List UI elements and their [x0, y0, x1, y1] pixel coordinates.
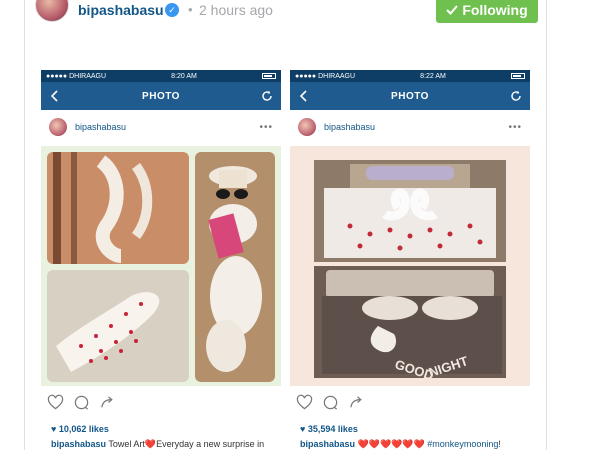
back-arrow-icon[interactable]	[298, 90, 310, 102]
caption-username[interactable]: bipashabasu	[300, 439, 355, 449]
post-caption: bipashabasu Towel Art❤️Everyday a new su…	[51, 439, 281, 450]
caption-hearts: ❤️❤️❤️❤️❤️❤️	[357, 439, 425, 449]
share-icon[interactable]	[348, 394, 365, 411]
post-header-username[interactable]: bipashabasu	[75, 122, 259, 132]
clock: 8:22 AM	[420, 72, 446, 80]
post-header: bipashabasu •••	[41, 110, 281, 144]
share-icon[interactable]	[99, 394, 116, 411]
status-bar: ●●●●● DHIRAAGU 8:22 AM	[290, 70, 530, 82]
likes-text: 35,594 likes	[307, 424, 358, 434]
post-caption: bipashabasu ❤️❤️❤️❤️❤️❤️ #monkeymooning!	[300, 439, 530, 450]
checkmark-icon	[446, 4, 459, 15]
nav-title: PHOTO	[391, 90, 429, 102]
following-button-label: Following	[462, 1, 528, 18]
caption-username[interactable]: bipashabasu	[51, 439, 106, 449]
comment-icon[interactable]	[322, 394, 339, 411]
phone-screenshot-right: ●●●●● DHIRAAGU 8:22 AM PHOTO bipashabasu…	[290, 70, 530, 450]
battery-icon	[261, 73, 276, 79]
separator-dot: •	[188, 2, 193, 17]
action-bar	[47, 394, 116, 411]
nav-bar: PHOTO	[290, 82, 530, 110]
post-username[interactable]: bipashabasu	[78, 2, 164, 18]
post-timestamp[interactable]: 2 hours ago	[199, 2, 273, 18]
comment-icon[interactable]	[73, 394, 90, 411]
heart-icon[interactable]	[47, 394, 64, 411]
post-header: bipashabasu •••	[290, 110, 530, 144]
likes-count[interactable]: ♥ 35,594 likes	[300, 424, 358, 434]
caption-text: Towel Art❤️Everyday a new surprise in	[108, 439, 265, 449]
avatar[interactable]	[49, 118, 67, 136]
instagram-post-page: bipashabasu ✓ • 2 hours ago Following ●●…	[0, 0, 600, 450]
caption-hashtag[interactable]: #monkeymooning	[427, 439, 498, 449]
verified-icon: ✓	[165, 3, 179, 17]
likes-count[interactable]: ♥ 10,062 likes	[51, 424, 109, 434]
post-header-username[interactable]: bipashabasu	[324, 122, 508, 132]
status-bar: ●●●●● DHIRAAGU 8:20 AM	[41, 70, 281, 82]
more-options-icon[interactable]: •••	[508, 122, 522, 133]
carrier-label: ●●●●● DHIRAAGU	[295, 72, 356, 80]
post-photo-towel-art	[41, 146, 281, 386]
battery-icon	[510, 73, 525, 79]
carrier-label: ●●●●● DHIRAAGU	[46, 72, 107, 80]
more-options-icon[interactable]: •••	[259, 122, 273, 133]
post-photo-bed-decor: GOOD NIGHT	[290, 146, 530, 386]
caption-end: !	[498, 439, 501, 449]
refresh-icon[interactable]	[510, 90, 522, 102]
nav-bar: PHOTO	[41, 82, 281, 110]
action-bar	[296, 394, 365, 411]
refresh-icon[interactable]	[261, 90, 273, 102]
following-button[interactable]: Following	[436, 0, 538, 23]
avatar[interactable]	[298, 118, 316, 136]
phone-screenshot-left: ●●●●● DHIRAAGU 8:20 AM PHOTO bipashabasu…	[41, 70, 281, 450]
clock: 8:20 AM	[171, 72, 197, 80]
nav-title: PHOTO	[142, 90, 180, 102]
back-arrow-icon[interactable]	[49, 90, 61, 102]
heart-icon[interactable]	[296, 394, 313, 411]
likes-text: 10,062 likes	[58, 424, 109, 434]
